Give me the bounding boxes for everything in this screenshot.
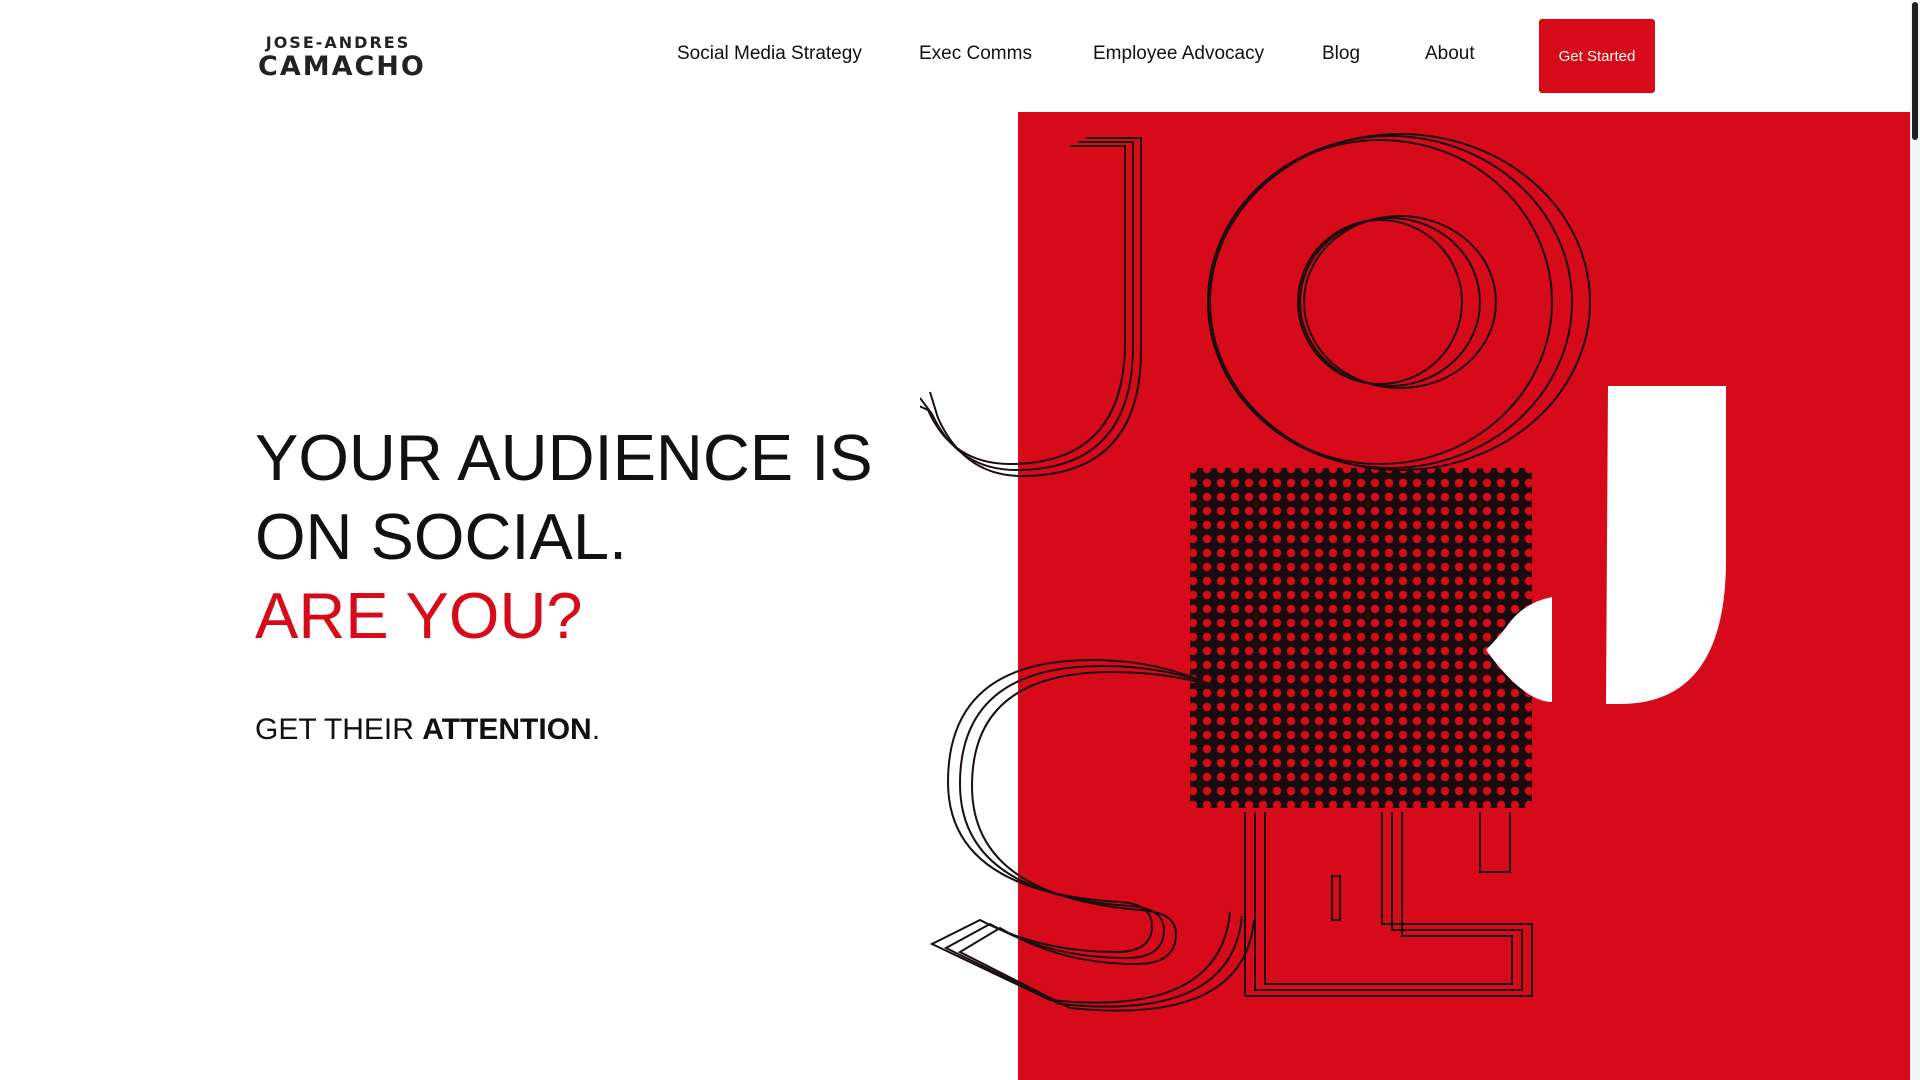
site-header: JOSE-ANDRES CAMACHO Social Media Strateg… [0, 0, 1910, 112]
nav-item-about[interactable]: About [1425, 43, 1475, 65]
scrollbar-thumb[interactable] [1912, 2, 1918, 140]
hero-section: YOUR AUDIENCE IS ON SOCIAL. ARE YOU? GET… [255, 418, 935, 747]
logo-line-1: JOSE-ANDRES [265, 33, 411, 52]
logo-line-2: CAMACHO [258, 51, 426, 82]
hero-headline-line-2: ON SOCIAL. [255, 500, 628, 573]
nav-item-social-media-strategy[interactable]: Social Media Strategy [677, 43, 862, 65]
nav-item-employee-advocacy[interactable]: Employee Advocacy [1093, 43, 1264, 65]
site-logo[interactable]: JOSE-ANDRES CAMACHO [258, 33, 426, 82]
hero-headline-line-3: ARE YOU? [255, 579, 583, 652]
get-started-button[interactable]: Get Started [1539, 19, 1655, 93]
tagline-suffix: . [591, 713, 601, 746]
tagline-emphasis: ATTENTION [422, 713, 592, 746]
hero-headline-line-1: YOUR AUDIENCE IS [255, 421, 873, 494]
hero-tagline: GET THEIR ATTENTION. [255, 713, 935, 747]
hero-artwork [920, 112, 1910, 1080]
hero-headline: YOUR AUDIENCE IS ON SOCIAL. ARE YOU? [255, 418, 935, 655]
nav-item-exec-comms[interactable]: Exec Comms [919, 43, 1032, 65]
tagline-prefix: GET THEIR [255, 713, 423, 746]
page-scrollbar[interactable] [1910, 0, 1920, 1080]
nav-item-blog[interactable]: Blog [1322, 43, 1360, 65]
halftone-square [1190, 468, 1532, 808]
